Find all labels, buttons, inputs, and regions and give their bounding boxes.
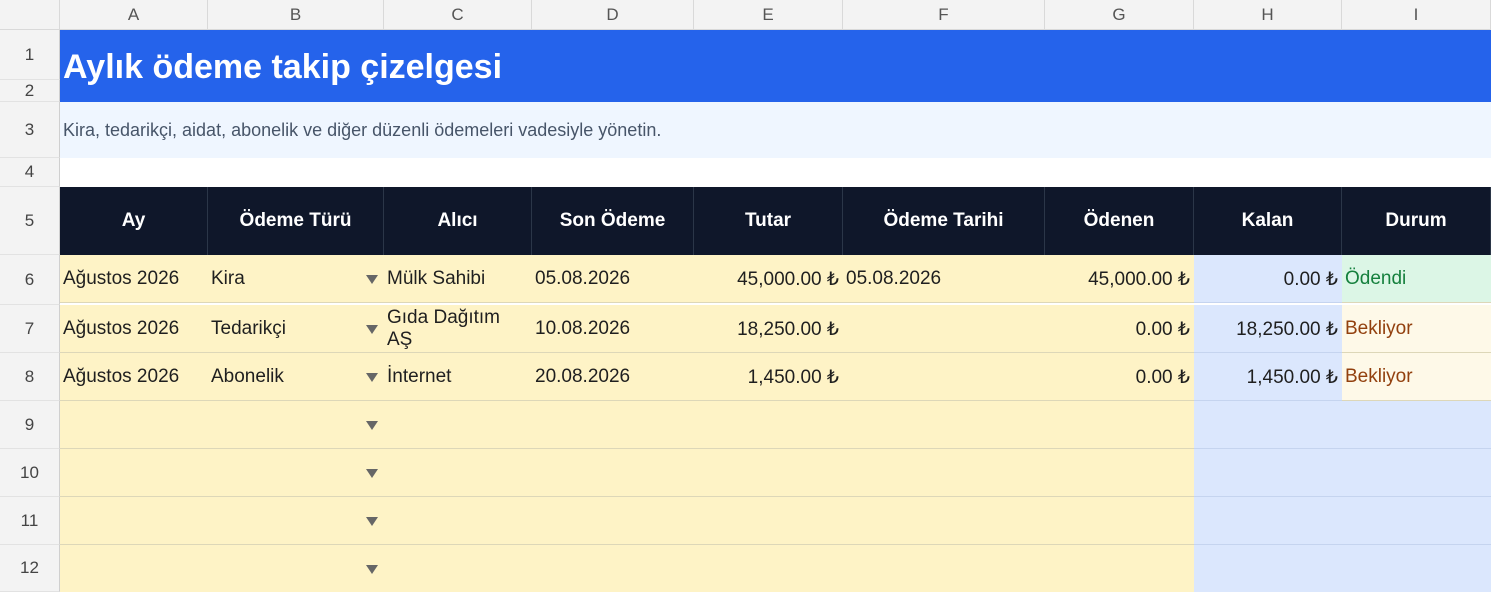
row-header-8[interactable]: 8 [0,353,60,401]
cell-kalan[interactable]: 1,450.00 ₺ [1194,366,1338,389]
column-header-e[interactable]: E [694,0,843,30]
row-header-1[interactable]: 1 [0,30,60,80]
row-header-3[interactable]: 3 [0,102,60,158]
cell-son[interactable]: 05.08.2026 [535,268,630,290]
row-header-11[interactable]: 11 [0,497,60,545]
cell-son[interactable]: 10.08.2026 [535,318,630,340]
row-header-5[interactable]: 5 [0,187,60,255]
input-row-bg [60,545,1194,592]
column-header-f[interactable]: F [843,0,1045,30]
cell-tur[interactable]: Abonelik [211,366,284,388]
cell-ay[interactable]: Ağustos 2026 [63,268,179,290]
cell-odenen[interactable]: 0.00 ₺ [1045,318,1190,341]
sheet-title[interactable]: Aylık ödeme takip çizelgesi [63,48,502,87]
select-all-corner[interactable] [0,0,60,30]
column-header-c[interactable]: C [384,0,532,30]
cell-tarih[interactable]: 05.08.2026 [846,268,941,290]
cell-ay[interactable]: Ağustos 2026 [63,318,179,340]
dropdown-arrow-icon[interactable] [366,421,378,430]
column-header-b[interactable]: B [208,0,384,30]
cell-odenen[interactable]: 0.00 ₺ [1045,366,1190,389]
cell-tutar[interactable]: 18,250.00 ₺ [694,318,839,341]
table-header-cell[interactable]: Ödeme Tarihi [843,187,1045,255]
row-header-12[interactable]: 12 [0,545,60,592]
column-header-a[interactable]: A [60,0,208,30]
table-header-cell[interactable]: Durum [1342,187,1491,255]
calc-row-bg [1194,449,1491,497]
cell-kalan[interactable]: 18,250.00 ₺ [1194,318,1338,341]
input-row-bg [60,401,1194,449]
cell-tur[interactable]: Kira [211,268,245,290]
sheet-subtitle[interactable]: Kira, tedarikçi, aidat, abonelik ve diğe… [63,120,661,141]
cell-tutar[interactable]: 1,450.00 ₺ [694,366,839,389]
dropdown-arrow-icon[interactable] [366,469,378,478]
cell-son[interactable]: 20.08.2026 [535,366,630,388]
column-header-h[interactable]: H [1194,0,1342,30]
cell-alici[interactable]: Mülk Sahibi [387,268,485,290]
calc-row-bg [1194,401,1491,449]
cell-durum[interactable]: Bekliyor [1345,366,1413,388]
row-header-10[interactable]: 10 [0,449,60,497]
row-header-2[interactable]: 2 [0,80,60,102]
cell-kalan[interactable]: 0.00 ₺ [1194,268,1338,291]
cell-ay[interactable]: Ağustos 2026 [63,366,179,388]
cell-tur[interactable]: Tedarikçi [211,318,286,340]
input-row-bg [60,497,1194,545]
calc-row-bg [1194,545,1491,592]
input-row-bg [60,449,1194,497]
cell-tutar[interactable]: 45,000.00 ₺ [694,268,839,291]
table-header-cell[interactable]: Tutar [694,187,843,255]
row-header-4[interactable]: 4 [0,158,60,187]
dropdown-arrow-icon[interactable] [366,373,378,382]
column-header-d[interactable]: D [532,0,694,30]
cell-durum[interactable]: Bekliyor [1345,318,1413,340]
table-header-cell[interactable]: Alıcı [384,187,532,255]
cell-odenen[interactable]: 45,000.00 ₺ [1045,268,1190,291]
row-header-6[interactable]: 6 [0,255,60,305]
calc-row-bg [1194,497,1491,545]
dropdown-arrow-icon[interactable] [366,325,378,334]
column-header-g[interactable]: G [1045,0,1194,30]
cell-alici[interactable]: İnternet [387,366,451,388]
cell-alici[interactable]: Gıda Dağıtım AŞ [387,307,529,351]
row-header-7[interactable]: 7 [0,305,60,353]
table-header-cell[interactable]: Son Ödeme [532,187,694,255]
dropdown-arrow-icon[interactable] [366,275,378,284]
cell-durum[interactable]: Ödendi [1345,268,1406,290]
dropdown-arrow-icon[interactable] [366,517,378,526]
row-header-9[interactable]: 9 [0,401,60,449]
table-header-cell[interactable]: Ay [60,187,208,255]
column-header-i[interactable]: I [1342,0,1491,30]
dropdown-arrow-icon[interactable] [366,565,378,574]
table-header-cell[interactable]: Kalan [1194,187,1342,255]
table-header-cell[interactable]: Ödenen [1045,187,1194,255]
table-header-cell[interactable]: Ödeme Türü [208,187,384,255]
